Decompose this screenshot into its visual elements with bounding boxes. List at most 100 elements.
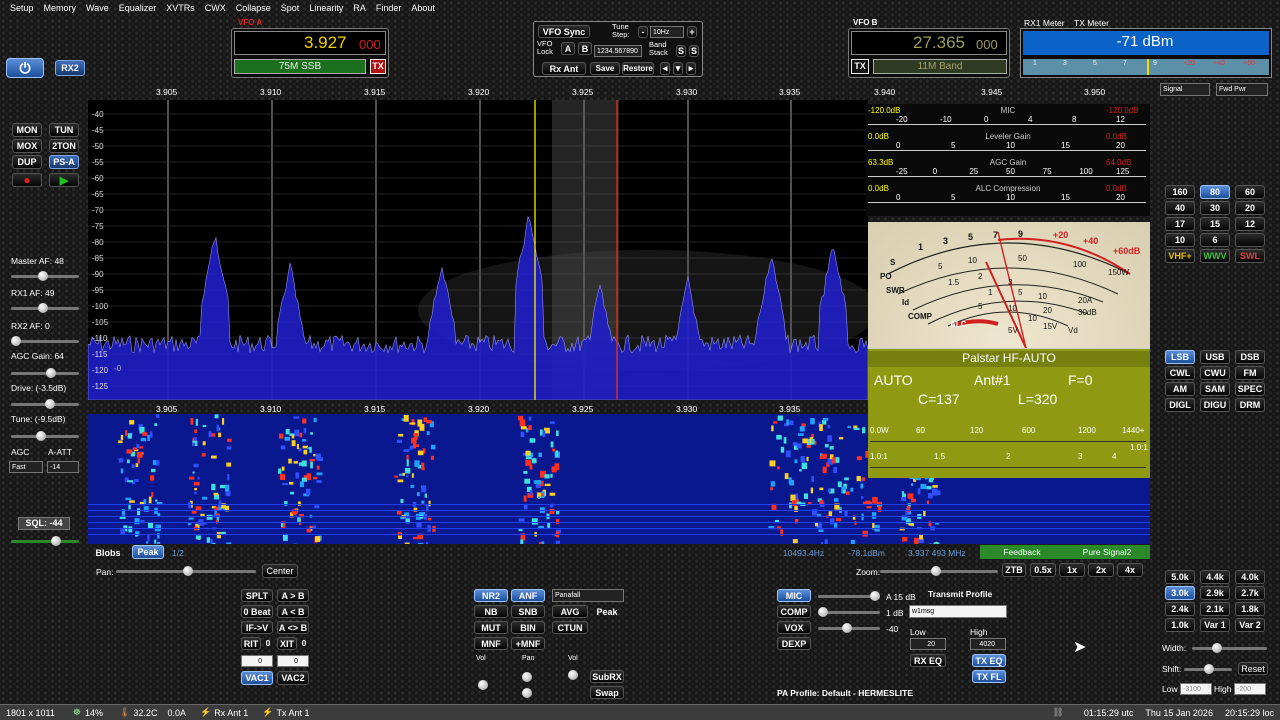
transmit-profile-select[interactable]: w1msg [909, 605, 1007, 618]
menu-wave[interactable]: Wave [86, 3, 109, 13]
mode-dsb-button[interactable]: DSB [1235, 350, 1265, 364]
dup-button[interactable]: DUP [12, 155, 42, 169]
band-15-button[interactable]: 15 [1200, 217, 1230, 231]
band-stack-down-arrow-icon[interactable]: ▾ [673, 62, 683, 75]
mut-button[interactable]: MUT [474, 621, 508, 634]
play-button[interactable]: ▶ [49, 173, 79, 187]
ctun-button[interactable]: CTUN [552, 621, 588, 634]
vfo-op-0-beat-button[interactable]: 0 Beat [241, 605, 273, 618]
ps-a-button[interactable]: PS-A [49, 155, 79, 169]
swap-button[interactable]: Swap [590, 686, 624, 699]
rx-ant-button[interactable]: Rx Ant [542, 62, 586, 75]
menu-collapse[interactable]: Collapse [236, 3, 271, 13]
record-button[interactable]: ● [12, 173, 42, 187]
vox-slider[interactable] [818, 623, 880, 633]
comp-button[interactable]: COMP [777, 605, 811, 618]
subrx-pan-slider[interactable] [522, 688, 532, 698]
master-af-slider[interactable] [11, 271, 79, 281]
mode-digl-button[interactable]: DIGL [1165, 398, 1195, 412]
rx-vol-slider[interactable] [478, 680, 488, 690]
filter-4-0k-button[interactable]: 4.0k [1235, 570, 1265, 584]
filter-4-4k-button[interactable]: 4.4k [1200, 570, 1230, 584]
squelch-label[interactable]: SQL: -44 [18, 517, 70, 530]
vfo-op-rit-button[interactable]: RIT [241, 637, 261, 650]
mode-cwu-button[interactable]: CWU [1200, 366, 1230, 380]
tx-meter-mode-select[interactable]: Fwd Pwr [1216, 83, 1268, 96]
filter-var-2-button[interactable]: Var 2 [1235, 618, 1265, 632]
center-button[interactable]: Center [262, 564, 298, 578]
vfo-op-a-b-button[interactable]: A <> B [277, 621, 309, 634]
rx-eq-button[interactable]: RX EQ [910, 654, 946, 667]
vfo-a-tx-indicator[interactable]: TX [370, 59, 386, 74]
filter-5-0k-button[interactable]: 5.0k [1165, 570, 1195, 584]
menu-memory[interactable]: Memory [44, 3, 77, 13]
restore-button[interactable]: Restore [622, 62, 654, 75]
band-blank-button[interactable] [1235, 233, 1265, 247]
filter-3-0k-button[interactable]: 3.0k [1165, 586, 1195, 600]
filter-1-8k-button[interactable]: 1.8k [1235, 602, 1265, 616]
vac2-button[interactable]: VAC2 [277, 671, 309, 685]
xit-offset-field[interactable]: 0 [277, 655, 309, 667]
drive-slider[interactable] [11, 399, 79, 409]
band-vhf-plus-button[interactable]: VHF+ [1165, 249, 1195, 263]
band-stack-left-arrow-icon[interactable]: ◂ [660, 62, 670, 75]
filter-2-1k-button[interactable]: 2.1k [1200, 602, 1230, 616]
band-6-button[interactable]: 6 [1200, 233, 1230, 247]
menu-finder[interactable]: Finder [376, 3, 402, 13]
filter-high-field[interactable]: -200 [1234, 683, 1266, 695]
mode-drm-button[interactable]: DRM [1235, 398, 1265, 412]
menu-spot[interactable]: Spot [281, 3, 300, 13]
vfo-op-if-v-button[interactable]: IF->V [241, 621, 273, 634]
rx2-af-slider[interactable] [11, 336, 79, 346]
blobs-button[interactable]: Blobs [92, 546, 124, 559]
mox-button[interactable]: MOX [12, 139, 42, 153]
filter-1-0k-button[interactable]: 1.0k [1165, 618, 1195, 632]
band-160-button[interactable]: 160 [1165, 185, 1195, 199]
nr2-button[interactable]: NR2 [474, 589, 508, 602]
tun-button[interactable]: TUN [49, 123, 79, 137]
mic-button[interactable]: MIC [777, 589, 811, 602]
band-60-button[interactable]: 60 [1235, 185, 1265, 199]
vfo-lock-a-button[interactable]: A [561, 42, 575, 55]
filter-2-7k-button[interactable]: 2.7k [1235, 586, 1265, 600]
rit-offset-field[interactable]: 0 [241, 655, 273, 667]
band-wwv-button[interactable]: WWV [1200, 249, 1230, 263]
mode-am-button[interactable]: AM [1165, 382, 1195, 396]
anf-button[interactable]: ANF [511, 589, 545, 602]
nb-button[interactable]: NB [474, 605, 508, 618]
filter-shift-slider[interactable] [1184, 664, 1232, 674]
subrx-button[interactable]: SubRX [590, 670, 624, 683]
band-30-button[interactable]: 30 [1200, 201, 1230, 215]
squelch-slider[interactable] [11, 536, 79, 546]
zoom-0.5x-button[interactable]: 0.5x [1030, 563, 1056, 577]
agc-mode-select[interactable]: Fast [9, 461, 43, 473]
tx-filter-button[interactable]: TX FL [972, 670, 1006, 683]
mode-usb-button[interactable]: USB [1200, 350, 1230, 364]
menu-ra[interactable]: RA [353, 3, 366, 13]
vfo-op-a-b-button[interactable]: A < B [277, 605, 309, 618]
pure-signal-indicator[interactable]: Pure Signal2 [1064, 545, 1150, 559]
band-40-button[interactable]: 40 [1165, 201, 1195, 215]
display-mode-select[interactable]: Panafall [552, 589, 624, 602]
zoom-1x-button[interactable]: 1x [1059, 563, 1085, 577]
band-10-button[interactable]: 10 [1165, 233, 1195, 247]
menu-setup[interactable]: Setup [10, 3, 34, 13]
band-stack-s1-button[interactable]: S [676, 45, 686, 57]
bin-button[interactable]: BIN [511, 621, 545, 634]
filter-reset-button[interactable]: Reset [1238, 662, 1268, 675]
rx2-button[interactable]: RX2 [55, 60, 85, 76]
agc-gain-slider[interactable] [11, 368, 79, 378]
tx-high-field[interactable]: 4020 [970, 638, 1006, 650]
zoom-2x-button[interactable]: 2x [1088, 563, 1114, 577]
filter-var-1-button[interactable]: Var 1 [1200, 618, 1230, 632]
spectrum-display[interactable]: -40 -45 -50 -55 -60 -65 -70 -75 -80 -85 -90 -95 -100… [88, 100, 868, 400]
peak-button[interactable]: Peak [132, 545, 164, 559]
vac1-button[interactable]: VAC1 [241, 671, 273, 685]
band-17-button[interactable]: 17 [1165, 217, 1195, 231]
subrx-vol-slider[interactable] [568, 670, 578, 680]
mode-sam-button[interactable]: SAM [1200, 382, 1230, 396]
filter-low-field[interactable]: -3100 [1180, 683, 1212, 695]
snb-button[interactable]: SNB [511, 605, 545, 618]
vfo-op-splt-button[interactable]: SPLT [241, 589, 273, 602]
mic-gain-slider[interactable] [818, 591, 880, 601]
